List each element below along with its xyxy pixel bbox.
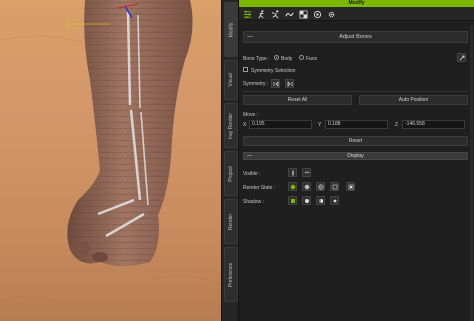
move-x-label: X: [243, 122, 247, 128]
tab-project[interactable]: Project: [224, 151, 238, 196]
motion-icon[interactable]: [270, 9, 280, 19]
render-box-button[interactable]: [330, 182, 339, 191]
sliders-icon[interactable]: [242, 9, 252, 19]
tab-modify[interactable]: Modify: [224, 2, 238, 57]
render-shaded-button[interactable]: [302, 182, 311, 191]
tab-label: Iray Render: [228, 112, 234, 139]
display-section-header[interactable]: — Display: [243, 152, 468, 160]
move-z-field[interactable]: -146.558: [402, 120, 465, 129]
move-y-label: Y: [318, 122, 322, 128]
tab-label: Visual: [228, 73, 234, 87]
shadow-mode-4-button[interactable]: [330, 196, 339, 205]
render-solid-button[interactable]: [288, 182, 297, 191]
bone-picker-icon: [459, 55, 464, 60]
panel-title: Modify: [239, 0, 474, 7]
shadow-mode-3-button[interactable]: [316, 196, 325, 205]
reset-button[interactable]: Reset: [243, 136, 468, 146]
modify-panel: Modify: [239, 0, 474, 321]
move-x-field[interactable]: 0.195: [249, 120, 312, 129]
shadow-dot-icon: [333, 199, 336, 202]
shadow-mode-2-button[interactable]: [302, 196, 311, 205]
visible-label: Visible :: [243, 171, 261, 177]
tab-label: Preference: [228, 262, 234, 287]
mirror-right-icon: [287, 80, 292, 87]
bone-type-face-label: Face: [306, 56, 318, 62]
joint-icon: [304, 171, 309, 173]
sphere-shaded-icon: [304, 184, 309, 189]
render-wire-button[interactable]: [316, 182, 325, 191]
move-y-field[interactable]: 0.188: [325, 120, 388, 129]
bone-type-face-radio[interactable]: [299, 55, 304, 60]
panel-scrollbar[interactable]: [470, 25, 473, 321]
tab-label: Project: [228, 165, 234, 182]
creature-leg-render: [0, 0, 221, 306]
box-icon: [332, 184, 337, 189]
gear-icon[interactable]: [326, 9, 336, 19]
bone-icon: [292, 170, 293, 175]
mirror-right-button[interactable]: [285, 79, 294, 88]
render-frame-button[interactable]: [346, 182, 355, 191]
sphere-solid-icon: [290, 184, 295, 189]
viewport-3d[interactable]: [0, 0, 221, 321]
symmetry-label: Symmetry :: [243, 81, 269, 87]
frame-icon: [348, 184, 353, 189]
tab-iray-render[interactable]: Iray Render: [224, 103, 238, 148]
divider: [243, 91, 468, 92]
tab-preference[interactable]: Preference: [224, 247, 238, 302]
move-label: Move :: [243, 112, 259, 118]
collapse-icon: —: [247, 153, 252, 159]
adjust-bones-header[interactable]: — Adjust Bones: [243, 31, 468, 43]
mirror-left-button[interactable]: [271, 79, 280, 88]
bone-picker-button[interactable]: [457, 53, 466, 62]
vertical-tab-strip: Modify Visual Iray Render Project Render…: [221, 0, 239, 321]
tab-render[interactable]: Render: [224, 199, 238, 244]
display-section-label: Display: [347, 153, 364, 159]
symmetry-selection-label: Symmetry Selection: [251, 68, 296, 74]
panel-toolbar: [239, 7, 474, 21]
shadow-label: Shadow :: [243, 199, 264, 205]
symmetry-selection-checkbox[interactable]: [243, 67, 248, 72]
shadow-cube-icon: [290, 198, 295, 203]
checker-icon[interactable]: [298, 9, 308, 19]
shadow-half-icon: [318, 198, 323, 203]
adjust-bones-label: Adjust Bones: [339, 34, 372, 40]
tab-label: Render: [228, 213, 234, 230]
bone-type-label: Bone Type :: [243, 56, 270, 62]
visible-joint-button[interactable]: [302, 168, 311, 177]
tab-visual[interactable]: Visual: [224, 60, 238, 100]
render-state-label: Render State :: [243, 185, 276, 191]
shadow-sphere-icon: [304, 198, 309, 203]
tab-label: Modify: [228, 22, 235, 37]
shadow-mode-1-button[interactable]: [288, 196, 297, 205]
run-pose-icon[interactable]: [256, 9, 266, 19]
visible-bone-button[interactable]: [288, 168, 297, 177]
move-z-label: Z: [395, 122, 399, 128]
sphere-wire-icon: [317, 183, 324, 190]
morph-icon[interactable]: [284, 9, 294, 19]
mirror-left-icon: [273, 80, 278, 87]
auto-position-button[interactable]: Auto Position: [359, 95, 468, 105]
reset-all-button[interactable]: Reset All: [243, 95, 352, 105]
bone-type-body-label: Body: [281, 56, 293, 62]
bone-type-body-radio[interactable]: [274, 55, 279, 60]
appearance-icon[interactable]: [312, 9, 322, 19]
